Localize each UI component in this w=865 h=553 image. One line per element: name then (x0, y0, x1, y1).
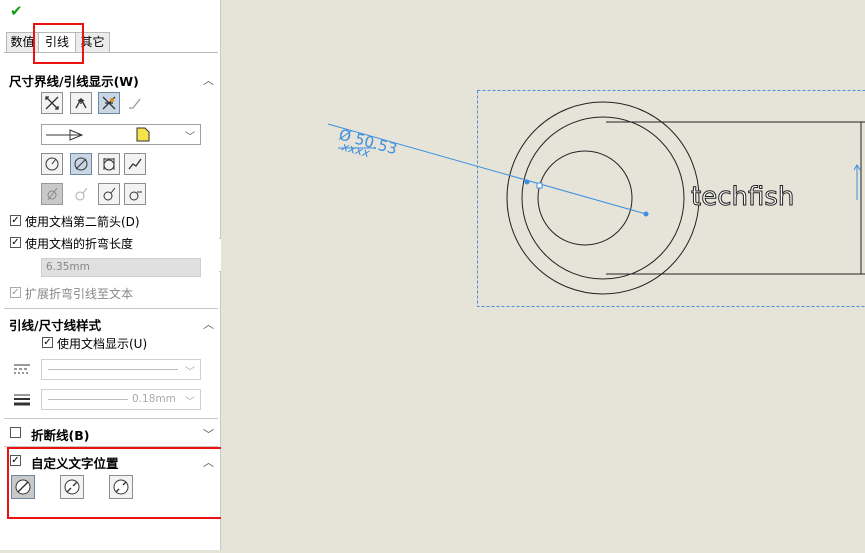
expand-chevron-down-icon[interactable]: ﹀ (203, 426, 214, 442)
radial-leader-button[interactable] (41, 153, 63, 175)
chevron-down-icon: ﹀ (185, 128, 195, 143)
leader-circle-3-icon (101, 186, 117, 202)
diameter-leader-button[interactable] (70, 153, 92, 175)
smart-arrows-icon (101, 95, 117, 111)
diameter-dimension-icon (73, 156, 89, 172)
arrows-outside-icon (44, 95, 60, 111)
arrow-style-select[interactable]: ﹀ (41, 124, 201, 145)
part-engraved-text[interactable]: techfish (691, 182, 794, 212)
break-line-checkbox[interactable] (10, 427, 21, 438)
bend-length-checkbox[interactable]: ✓ (10, 237, 21, 248)
linear-diameter-button[interactable] (98, 153, 120, 175)
line-style-icon (13, 363, 31, 378)
inner-hole-circle[interactable] (538, 151, 632, 245)
leader-circle-2-icon (73, 186, 89, 202)
section-divider (4, 418, 218, 419)
leader-endpoint-2[interactable] (644, 212, 649, 217)
chevron-down-icon: ﹀ (185, 363, 195, 378)
bent-leader-icon (127, 95, 143, 114)
second-arrow-label: 使用文档第二箭头(D) (25, 213, 140, 230)
leader-circle-4-icon (127, 186, 143, 202)
vertical-dimension-arrow (854, 165, 860, 200)
line-style-select[interactable]: ﹀ (41, 359, 201, 380)
ring-circle[interactable] (522, 117, 684, 279)
collapse-chevron-up-icon[interactable]: ︿ (203, 316, 214, 332)
note-icon (136, 127, 150, 142)
doc-display-checkbox[interactable]: ✓ (42, 337, 53, 348)
section-title-break-line: 折断线(B) (31, 425, 89, 444)
extend-bend-checkbox[interactable]: ✓ (10, 287, 21, 298)
bend-length-field[interactable]: 6.35mm (41, 258, 201, 277)
arrows-inside-button[interactable] (70, 92, 92, 114)
drawing-view-svg: Ø 50.53 xxxx techfish (221, 0, 865, 550)
line-style-preview (48, 369, 178, 370)
arrow-style-icon (46, 129, 86, 141)
leader-style-2-button[interactable] (70, 183, 92, 205)
leader-circle-icon (44, 186, 60, 202)
linear-diameter-icon (101, 156, 117, 172)
chevron-down-icon: ﹀ (185, 393, 195, 408)
section-title-leader-line-style: 引线/尺寸线样式 (9, 315, 101, 334)
line-thickness-icon (13, 393, 31, 410)
ok-checkmark-icon[interactable]: ✔ (10, 2, 23, 20)
foreshortened-button[interactable] (124, 153, 146, 175)
section-divider (4, 308, 218, 309)
leader-style-4-button[interactable] (124, 183, 146, 205)
smart-arrows-button[interactable] (98, 92, 120, 114)
leader-style-1-button[interactable] (41, 183, 63, 205)
line-thickness-value: 0.18mm (132, 393, 176, 405)
collapse-chevron-up-icon[interactable]: ︿ (203, 72, 214, 88)
radial-dimension-icon (44, 156, 60, 172)
section-title-witness-leader-display: 尺寸界线/引线显示(W) (9, 71, 139, 90)
line-thickness-select[interactable]: 0.18mm ﹀ (41, 389, 201, 410)
highlight-box-custom-text-position (7, 447, 244, 519)
foreshortened-icon (127, 156, 143, 172)
highlight-box-leader-tab (33, 23, 84, 64)
second-arrow-checkbox[interactable]: ✓ (10, 215, 21, 226)
arrows-outside-button[interactable] (41, 92, 63, 114)
outer-circle[interactable] (507, 102, 699, 294)
extend-bend-label: 扩展折弯引线至文本 (25, 285, 133, 302)
leader-handle[interactable] (537, 183, 542, 188)
bend-length-label: 使用文档的折弯长度 (25, 235, 133, 252)
leader-endpoint-1[interactable] (525, 180, 530, 185)
drawing-canvas[interactable]: Ø 50.53 xxxx techfish (221, 0, 865, 550)
leader-style-3-button[interactable] (98, 183, 120, 205)
arrows-inside-icon (73, 95, 89, 111)
line-thickness-preview (48, 399, 128, 400)
doc-display-label: 使用文档显示(U) (57, 335, 147, 352)
